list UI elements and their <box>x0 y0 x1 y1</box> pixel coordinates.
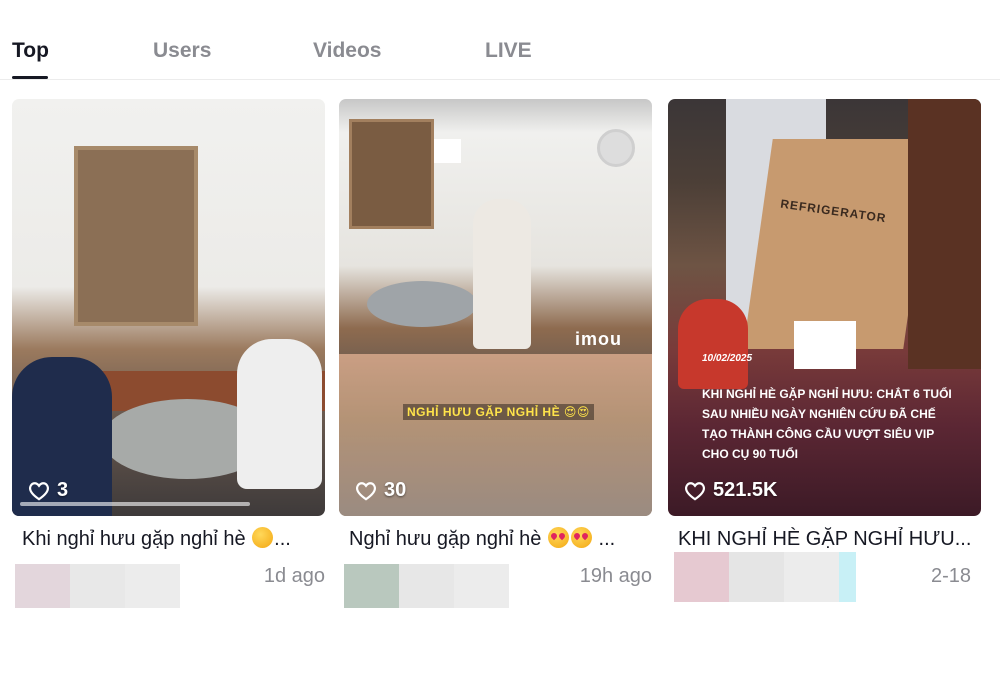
video-card-3[interactable]: REFRIGERATOR 10/02/2025 KHI NGHỈ HÈ GẶP … <box>668 99 981 602</box>
video-card-2[interactable]: imou NGHỈ HƯU GẶP NGHỈ HÈ 😍😍 30 Nghỉ hưu… <box>339 99 652 608</box>
stairs-image <box>908 99 981 369</box>
heart-outline-icon <box>685 481 705 500</box>
window-image <box>74 146 198 326</box>
blurred-username <box>454 564 509 608</box>
smile-emoji-icon <box>252 527 274 548</box>
blurred-avatar <box>344 564 399 608</box>
video-thumbnail[interactable]: 3 <box>12 99 325 516</box>
child-image <box>678 299 748 389</box>
blurred-avatar <box>15 564 70 608</box>
video-thumbnail[interactable]: REFRIGERATOR 10/02/2025 KHI NGHỈ HÈ GẶP … <box>668 99 981 516</box>
post-date: 1d ago <box>263 565 325 587</box>
round-table-image <box>367 281 477 327</box>
window-image <box>349 119 434 229</box>
blurred-avatar <box>674 552 729 602</box>
video-meta: 19h ago <box>342 564 652 608</box>
video-thumbnail[interactable]: imou NGHỈ HƯU GẶP NGHỈ HÈ 😍😍 30 <box>339 99 652 516</box>
heart-eyes-emoji-icon <box>547 527 569 548</box>
like-count-value: 521.5K <box>713 479 778 501</box>
blurred-username <box>70 564 125 608</box>
like-count: 521.5K <box>684 479 778 502</box>
person-right-image <box>237 339 322 489</box>
like-count-value: 30 <box>384 479 407 501</box>
video-caption[interactable]: Khi nghỉ hưu gặp nghỉ hè ... <box>22 527 322 551</box>
video-caption[interactable]: Nghỉ hưu gặp nghỉ hè ... <box>349 527 649 551</box>
cardboard-image <box>743 139 933 349</box>
caption-text: Khi nghỉ hưu gặp nghỉ hè <box>22 528 246 550</box>
caption-ellipsis: ... <box>274 528 291 550</box>
heart-eyes-emoji-icon <box>570 527 592 548</box>
heart-outline-icon <box>356 481 376 500</box>
heart-outline-icon <box>29 481 49 500</box>
like-count: 3 <box>28 479 68 502</box>
person-image <box>473 199 531 349</box>
post-date: 2-18 <box>930 565 971 587</box>
overlay-title: KHI NGHỈ HÈ GẶP NGHỈ HƯU: CHẮT 6 TUỔI SA… <box>702 387 952 461</box>
video-meta: 2-18 <box>671 552 981 602</box>
blurred-username <box>729 552 784 602</box>
like-count: 30 <box>355 479 406 502</box>
video-meta: 1d ago <box>15 564 325 608</box>
video-caption[interactable]: KHI NGHỈ HÈ GẶP NGHỈ HƯU... <box>678 527 978 551</box>
overlay-caption: NGHỈ HƯU GẶP NGHỈ HÈ 😍😍 <box>403 404 594 420</box>
overlay-date: 10/02/2025 <box>702 353 753 364</box>
active-tab-underline <box>12 76 48 79</box>
caption-text: Nghỉ hưu gặp nghỉ hè <box>349 528 542 550</box>
fan-image <box>597 129 635 167</box>
search-tabs: Top Users Videos LIVE <box>0 0 1000 80</box>
caption-text: KHI NGHỈ HÈ GẶP NGHỈ HƯU... <box>678 528 972 550</box>
redaction-box <box>794 321 856 369</box>
blurred-username <box>784 552 839 602</box>
watermark-text: imou <box>575 329 622 349</box>
caption-ellipsis: ... <box>598 528 616 550</box>
tab-users[interactable]: Users <box>153 39 211 63</box>
blurred-username <box>839 552 856 602</box>
blurred-username <box>125 564 180 608</box>
video-card-1[interactable]: 3 Khi nghỉ hưu gặp nghỉ hè ... 1d ago <box>12 99 325 608</box>
tab-live[interactable]: LIVE <box>485 39 532 63</box>
progress-bar <box>20 502 250 506</box>
post-date: 19h ago <box>579 565 652 587</box>
blurred-username <box>399 564 454 608</box>
tab-top[interactable]: Top <box>12 39 49 63</box>
like-count-value: 3 <box>57 479 69 501</box>
tab-videos[interactable]: Videos <box>313 39 381 63</box>
